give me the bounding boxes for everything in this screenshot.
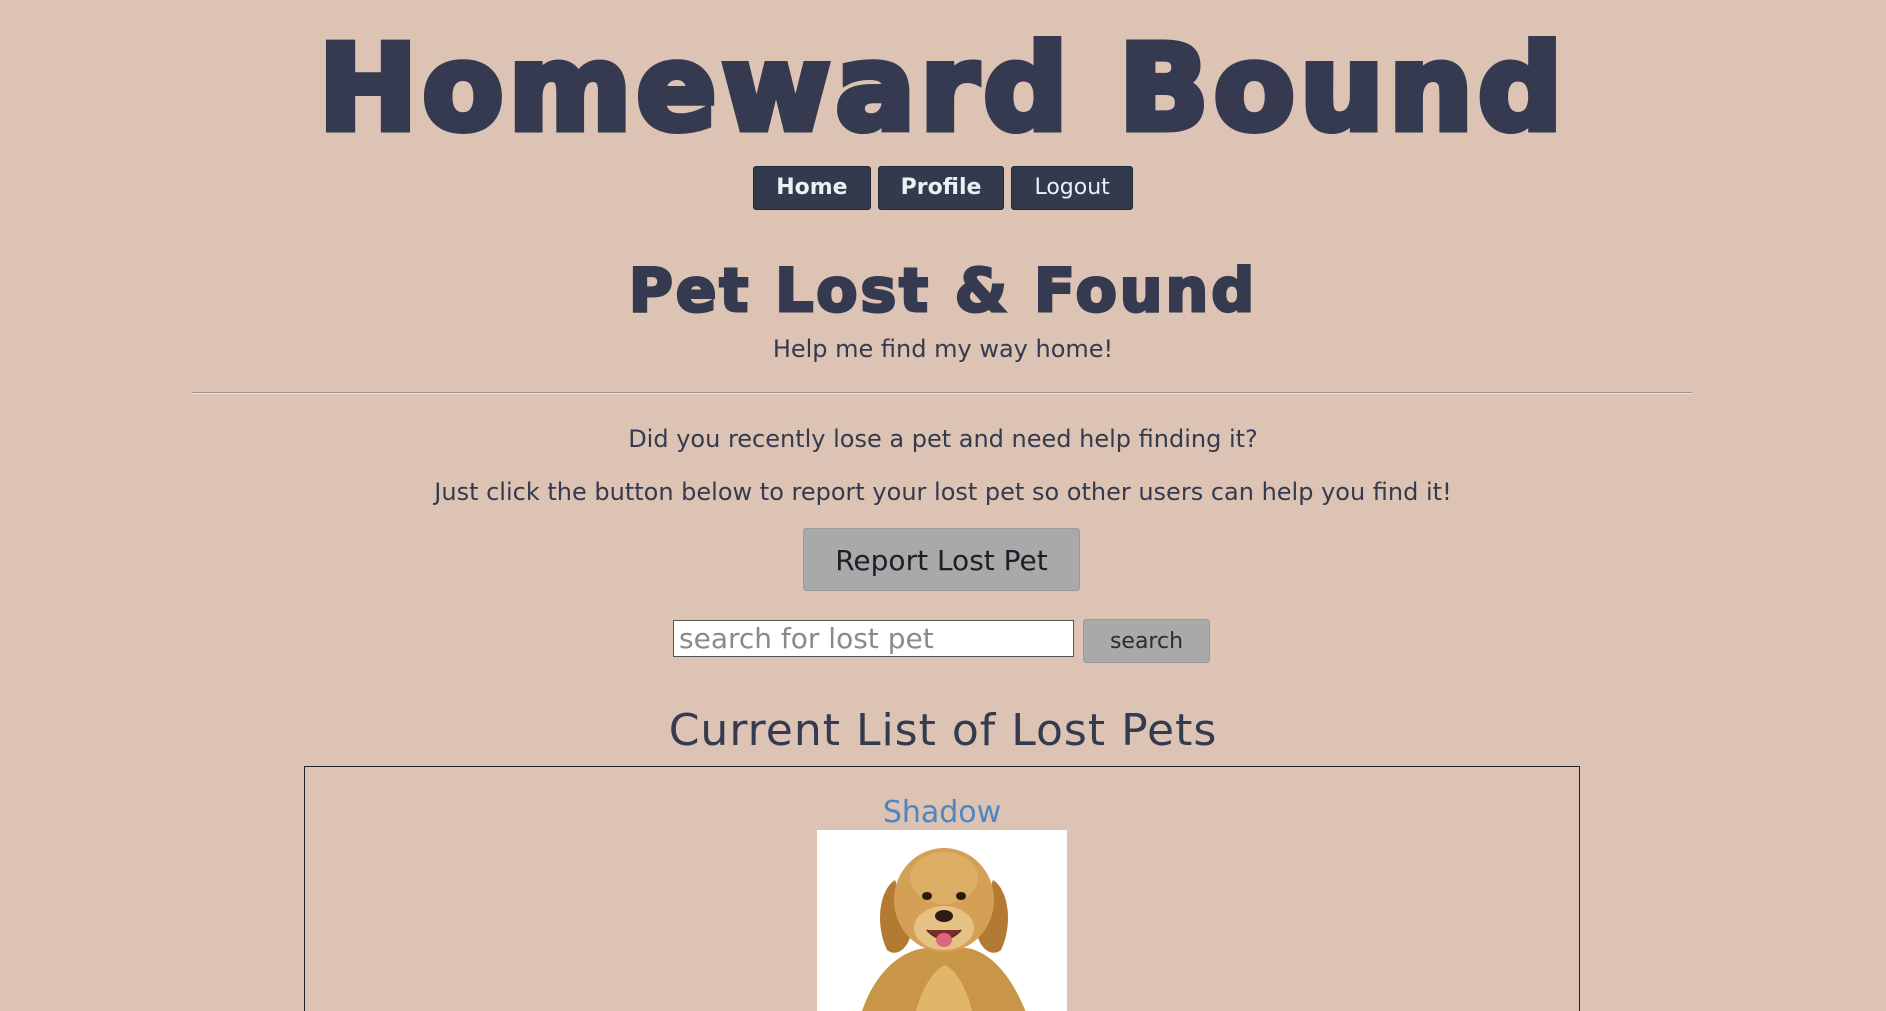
site-title: Homeward Bound: [315, 16, 1568, 161]
section-divider: [192, 392, 1692, 394]
golden-retriever-icon: [817, 830, 1067, 1011]
lost-pets-list-title: Current List of Lost Pets: [668, 705, 1218, 756]
page-heading: Pet Lost & Found: [627, 255, 1258, 328]
nav-home-button[interactable]: Home: [753, 166, 871, 210]
page-tagline: Help me find my way home!: [772, 335, 1114, 363]
page: Homeward Bound Home Profile Logout Pet L…: [0, 0, 1886, 1011]
search-input[interactable]: [673, 620, 1074, 657]
pet-name-link[interactable]: Shadow: [305, 795, 1579, 831]
intro-question: Did you recently lose a pet and need hel…: [628, 425, 1258, 453]
report-lost-pet-button[interactable]: Report Lost Pet: [803, 528, 1080, 591]
nav-logout-button[interactable]: Logout: [1011, 166, 1133, 210]
main-nav: Home Profile Logout: [0, 166, 1886, 210]
lost-pets-list: Shadow: [304, 766, 1580, 1011]
nav-profile-button[interactable]: Profile: [877, 166, 1005, 210]
intro-instruction: Just click the button below to report yo…: [434, 478, 1452, 506]
search-button[interactable]: search: [1083, 619, 1210, 663]
pet-photo[interactable]: [817, 830, 1067, 1011]
